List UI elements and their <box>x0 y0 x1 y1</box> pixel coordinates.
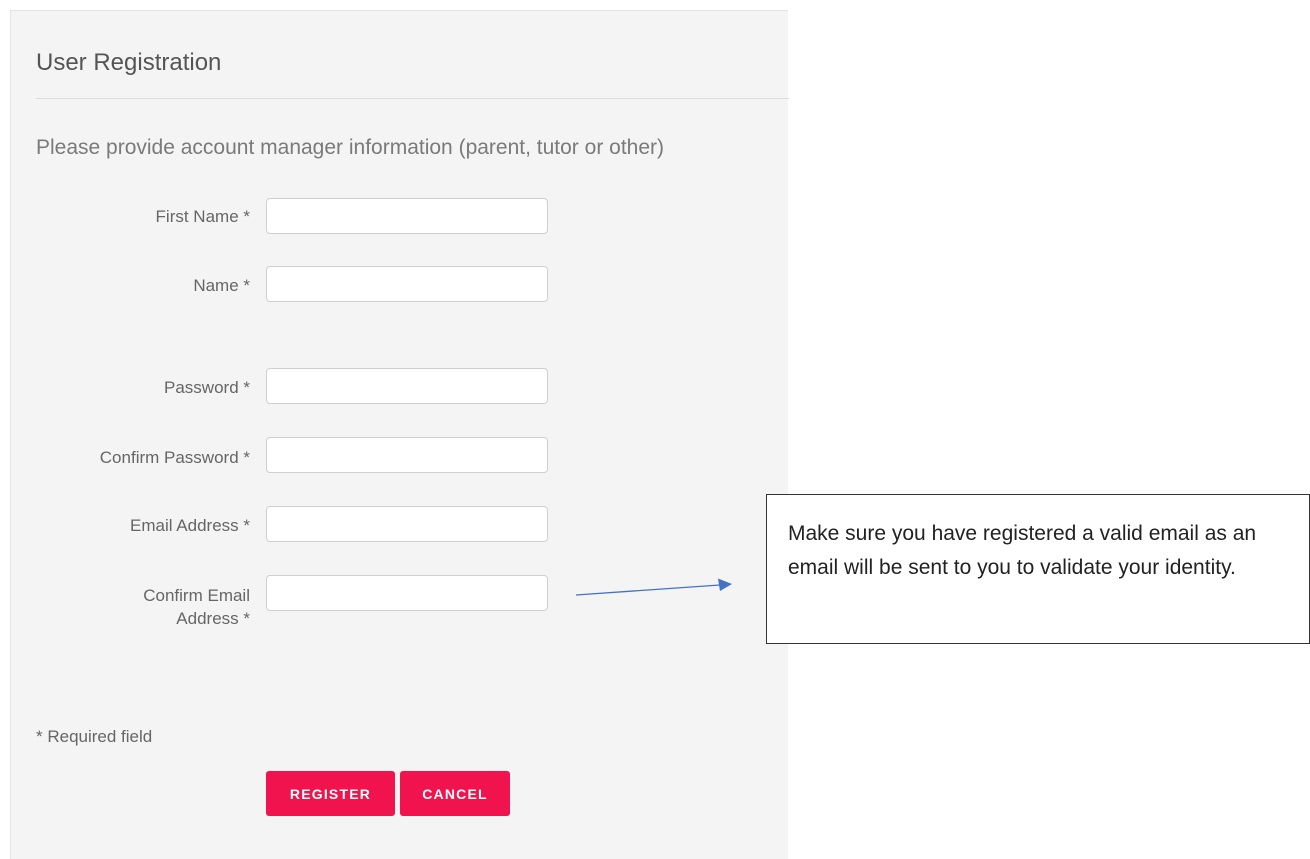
confirm-email-label-line2: Address * <box>176 609 250 628</box>
password-label: Password * <box>164 378 250 397</box>
first-name-input[interactable] <box>266 198 548 234</box>
confirm-password-input[interactable] <box>266 437 548 473</box>
first-name-label: First Name * <box>155 207 250 226</box>
email-input[interactable] <box>266 506 548 542</box>
page-title: User Registration <box>36 49 222 76</box>
title-divider <box>36 98 789 99</box>
name-input[interactable] <box>266 266 548 302</box>
form-subtitle: Please provide account manager informati… <box>36 136 665 159</box>
confirm-email-input[interactable] <box>266 575 548 611</box>
callout-arrow-icon <box>575 578 732 596</box>
confirm-email-label: Confirm Email Address * <box>143 584 250 630</box>
name-label: Name * <box>193 276 250 295</box>
confirm-email-label-line1: Confirm Email <box>143 586 250 605</box>
registration-panel: User Registration Please provide account… <box>10 10 789 859</box>
register-button[interactable]: REGISTER <box>266 771 395 816</box>
email-label: Email Address * <box>130 516 250 535</box>
callout-note: Make sure you have registered a valid em… <box>766 494 1310 644</box>
password-input[interactable] <box>266 368 548 404</box>
confirm-password-label: Confirm Password * <box>99 448 250 467</box>
cancel-button[interactable]: CANCEL <box>400 771 510 816</box>
required-field-note: * Required field <box>36 727 153 746</box>
